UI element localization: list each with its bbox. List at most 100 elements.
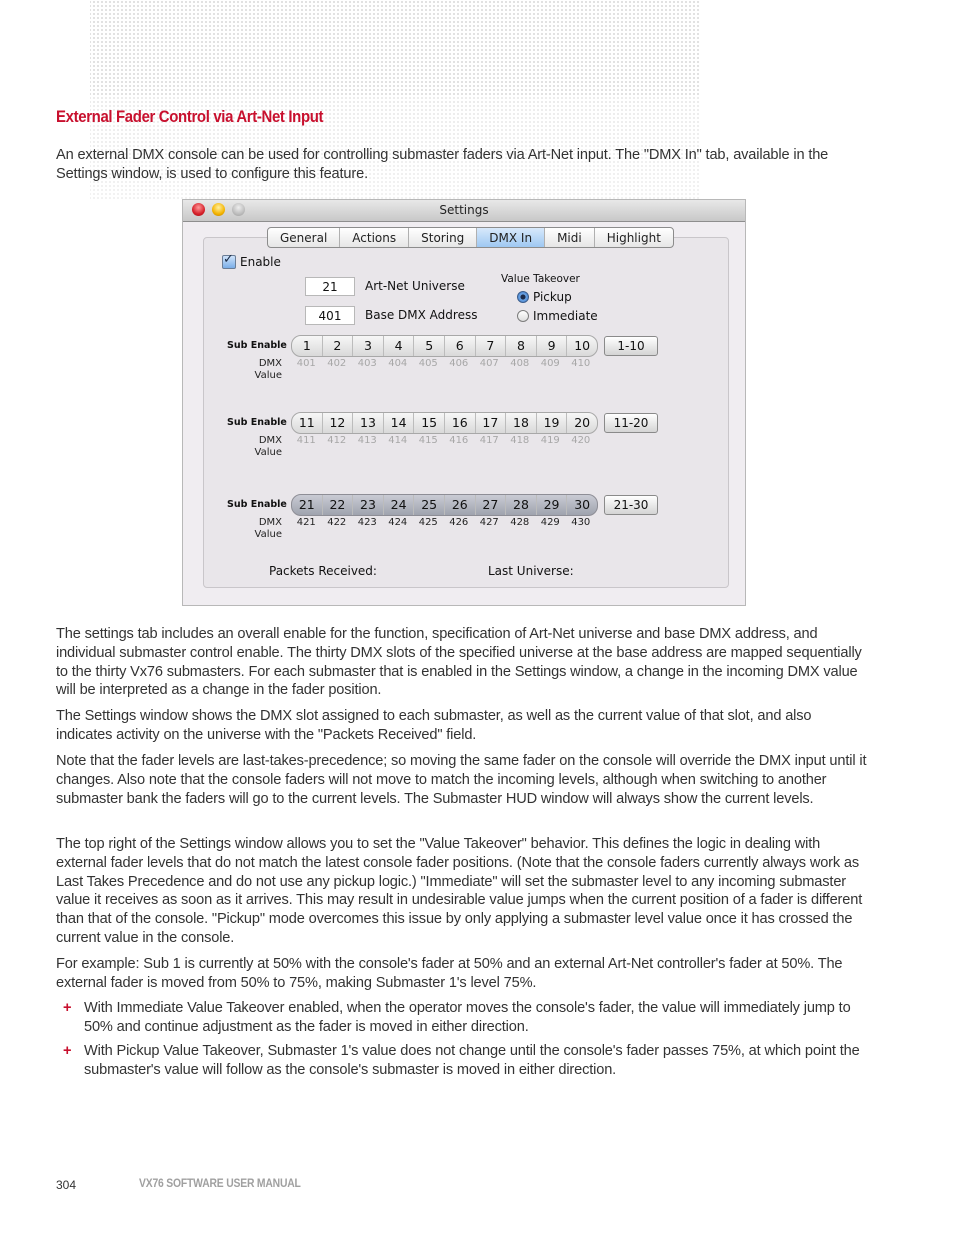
immediate-radio[interactable]: Immediate: [517, 309, 598, 323]
sub-enable-toggle[interactable]: 15: [414, 413, 445, 433]
sub-enable-toggle[interactable]: 23: [353, 495, 384, 515]
sub-enable-toggle[interactable]: 16: [445, 413, 476, 433]
sub-enable-toggle[interactable]: 18: [506, 413, 537, 433]
dmx-value-label: DMX Value: [243, 358, 282, 382]
sub-enable-toggle[interactable]: 24: [384, 495, 415, 515]
dmx-slot-row: 421 422 423 424 425 426 427 428 429 430: [291, 517, 596, 528]
dmx-slot-value: 403: [357, 358, 377, 369]
bank-range-button[interactable]: 21-30: [604, 495, 658, 515]
sub-enable-toggle[interactable]: 30: [567, 495, 597, 515]
sub-enable-toggle[interactable]: 26: [445, 495, 476, 515]
list-item-text: With Pickup Value Takeover, Submaster 1'…: [84, 1043, 860, 1078]
dmx-slot-value: 410: [571, 358, 591, 369]
dmx-slot-value: 408: [510, 358, 530, 369]
page-number: 304: [56, 1178, 77, 1192]
sub-enable-segmented-control: 11 12 13 14 15 16 17 18 19 20: [291, 412, 598, 434]
dmx-slot-value: 424: [388, 517, 408, 528]
sub-enable-toggle[interactable]: 21: [292, 495, 323, 515]
sub-enable-label: Sub Enable: [227, 417, 287, 428]
pickup-label: Pickup: [533, 290, 572, 304]
dmx-slot-value: 412: [327, 435, 347, 446]
sub-enable-toggle[interactable]: 17: [476, 413, 507, 433]
sub-enable-toggle[interactable]: 25: [414, 495, 445, 515]
paragraph: The top right of the Settings window all…: [56, 836, 863, 946]
value-label: Value: [254, 529, 282, 540]
dmx-slot-value: 419: [540, 435, 560, 446]
dmx-slot-value: 417: [479, 435, 499, 446]
tab-dmx-in[interactable]: DMX In: [477, 228, 546, 247]
sub-enable-toggle[interactable]: 27: [476, 495, 507, 515]
tab-actions[interactable]: Actions: [340, 228, 410, 247]
enable-label: Enable: [240, 255, 281, 269]
enable-checkbox-row[interactable]: Enable: [222, 252, 281, 269]
tab-midi[interactable]: Midi: [545, 228, 595, 247]
dmx-slot-value: 428: [510, 517, 530, 528]
bank-range-button[interactable]: 11-20: [604, 413, 658, 433]
sub-enable-toggle[interactable]: 20: [567, 413, 597, 433]
sub-enable-toggle[interactable]: 5: [414, 336, 445, 356]
sub-enable-segmented-control: 1 2 3 4 5 6 7 8 9 10: [291, 335, 598, 357]
sub-enable-toggle[interactable]: 29: [537, 495, 568, 515]
sub-enable-label: Sub Enable: [227, 499, 287, 510]
dmx-slot-value: 404: [388, 358, 408, 369]
dmx-slot-value: 423: [357, 517, 377, 528]
dmx-label: DMX: [258, 435, 282, 446]
sub-enable-toggle[interactable]: 12: [323, 413, 354, 433]
list-item: + With Pickup Value Takeover, Submaster …: [56, 1042, 868, 1080]
sub-enable-toggle[interactable]: 22: [323, 495, 354, 515]
sub-enable-toggle[interactable]: 19: [537, 413, 568, 433]
dmx-slot-value: 402: [327, 358, 347, 369]
radio-unselected-icon[interactable]: [517, 310, 529, 322]
value-label: Value: [254, 370, 282, 381]
sub-enable-toggle[interactable]: 3: [353, 336, 384, 356]
artnet-universe-label: Art-Net Universe: [365, 279, 465, 293]
dmx-value-label: DMX Value: [243, 517, 282, 541]
sub-enable-toggle[interactable]: 6: [445, 336, 476, 356]
immediate-label: Immediate: [533, 309, 598, 323]
plus-bullet-icon: +: [63, 1000, 72, 1016]
sub-enable-toggle[interactable]: 7: [476, 336, 507, 356]
artnet-universe-input[interactable]: 21: [305, 277, 355, 296]
intro-paragraph: An external DMX console can be used for …: [56, 147, 829, 182]
title-bar: Settings: [183, 200, 745, 222]
window-title: Settings: [439, 203, 489, 217]
last-universe-label: Last Universe:: [488, 564, 574, 578]
sub-enable-label: Sub Enable: [227, 340, 287, 351]
dmx-slot-value: 405: [418, 358, 438, 369]
dmx-value-label: DMX Value: [243, 435, 282, 459]
dmx-slot-value: 427: [479, 517, 499, 528]
paragraph: The settings tab includes an overall ena…: [56, 626, 862, 699]
enable-checkbox[interactable]: [222, 252, 236, 269]
sub-enable-toggle[interactable]: 9: [537, 336, 568, 356]
paragraph: The Settings window shows the DMX slot a…: [56, 708, 812, 743]
radio-selected-icon[interactable]: [517, 291, 529, 303]
dmx-slot-value: 407: [479, 358, 499, 369]
dmx-slot-value: 425: [418, 517, 438, 528]
dmx-slot-value: 418: [510, 435, 530, 446]
tab-storing[interactable]: Storing: [409, 228, 478, 247]
paragraph: Note that the fader levels are last-take…: [56, 753, 867, 807]
sub-enable-toggle[interactable]: 4: [384, 336, 415, 356]
dmx-slot-value: 420: [571, 435, 591, 446]
dmx-slot-value: 422: [327, 517, 347, 528]
packets-received-label: Packets Received:: [269, 564, 377, 578]
dmx-slot-row: 401 402 403 404 405 406 407 408 409 410: [291, 358, 596, 369]
sub-enable-toggle[interactable]: 14: [384, 413, 415, 433]
sub-enable-toggle[interactable]: 13: [353, 413, 384, 433]
sub-enable-toggle[interactable]: 8: [506, 336, 537, 356]
sub-enable-toggle[interactable]: 1: [292, 336, 323, 356]
manual-title: VX76 SOFTWARE USER MANUAL: [139, 1178, 301, 1190]
bank-range-button[interactable]: 1-10: [604, 336, 658, 356]
plus-bullet-icon: +: [63, 1043, 72, 1059]
sub-enable-toggle[interactable]: 10: [567, 336, 597, 356]
sub-enable-segmented-control: 21 22 23 24 25 26 27 28 29 30: [291, 494, 598, 516]
sub-enable-toggle[interactable]: 28: [506, 495, 537, 515]
settings-window: Settings General Actions Storing DMX In …: [182, 199, 746, 606]
base-dmx-address-input[interactable]: 401: [305, 306, 355, 325]
pickup-radio[interactable]: Pickup: [517, 290, 572, 304]
tab-highlight[interactable]: Highlight: [595, 228, 673, 247]
sub-enable-toggle[interactable]: 2: [323, 336, 354, 356]
tab-general[interactable]: General: [268, 228, 341, 247]
dmx-slot-value: 416: [449, 435, 469, 446]
sub-enable-toggle[interactable]: 11: [292, 413, 323, 433]
